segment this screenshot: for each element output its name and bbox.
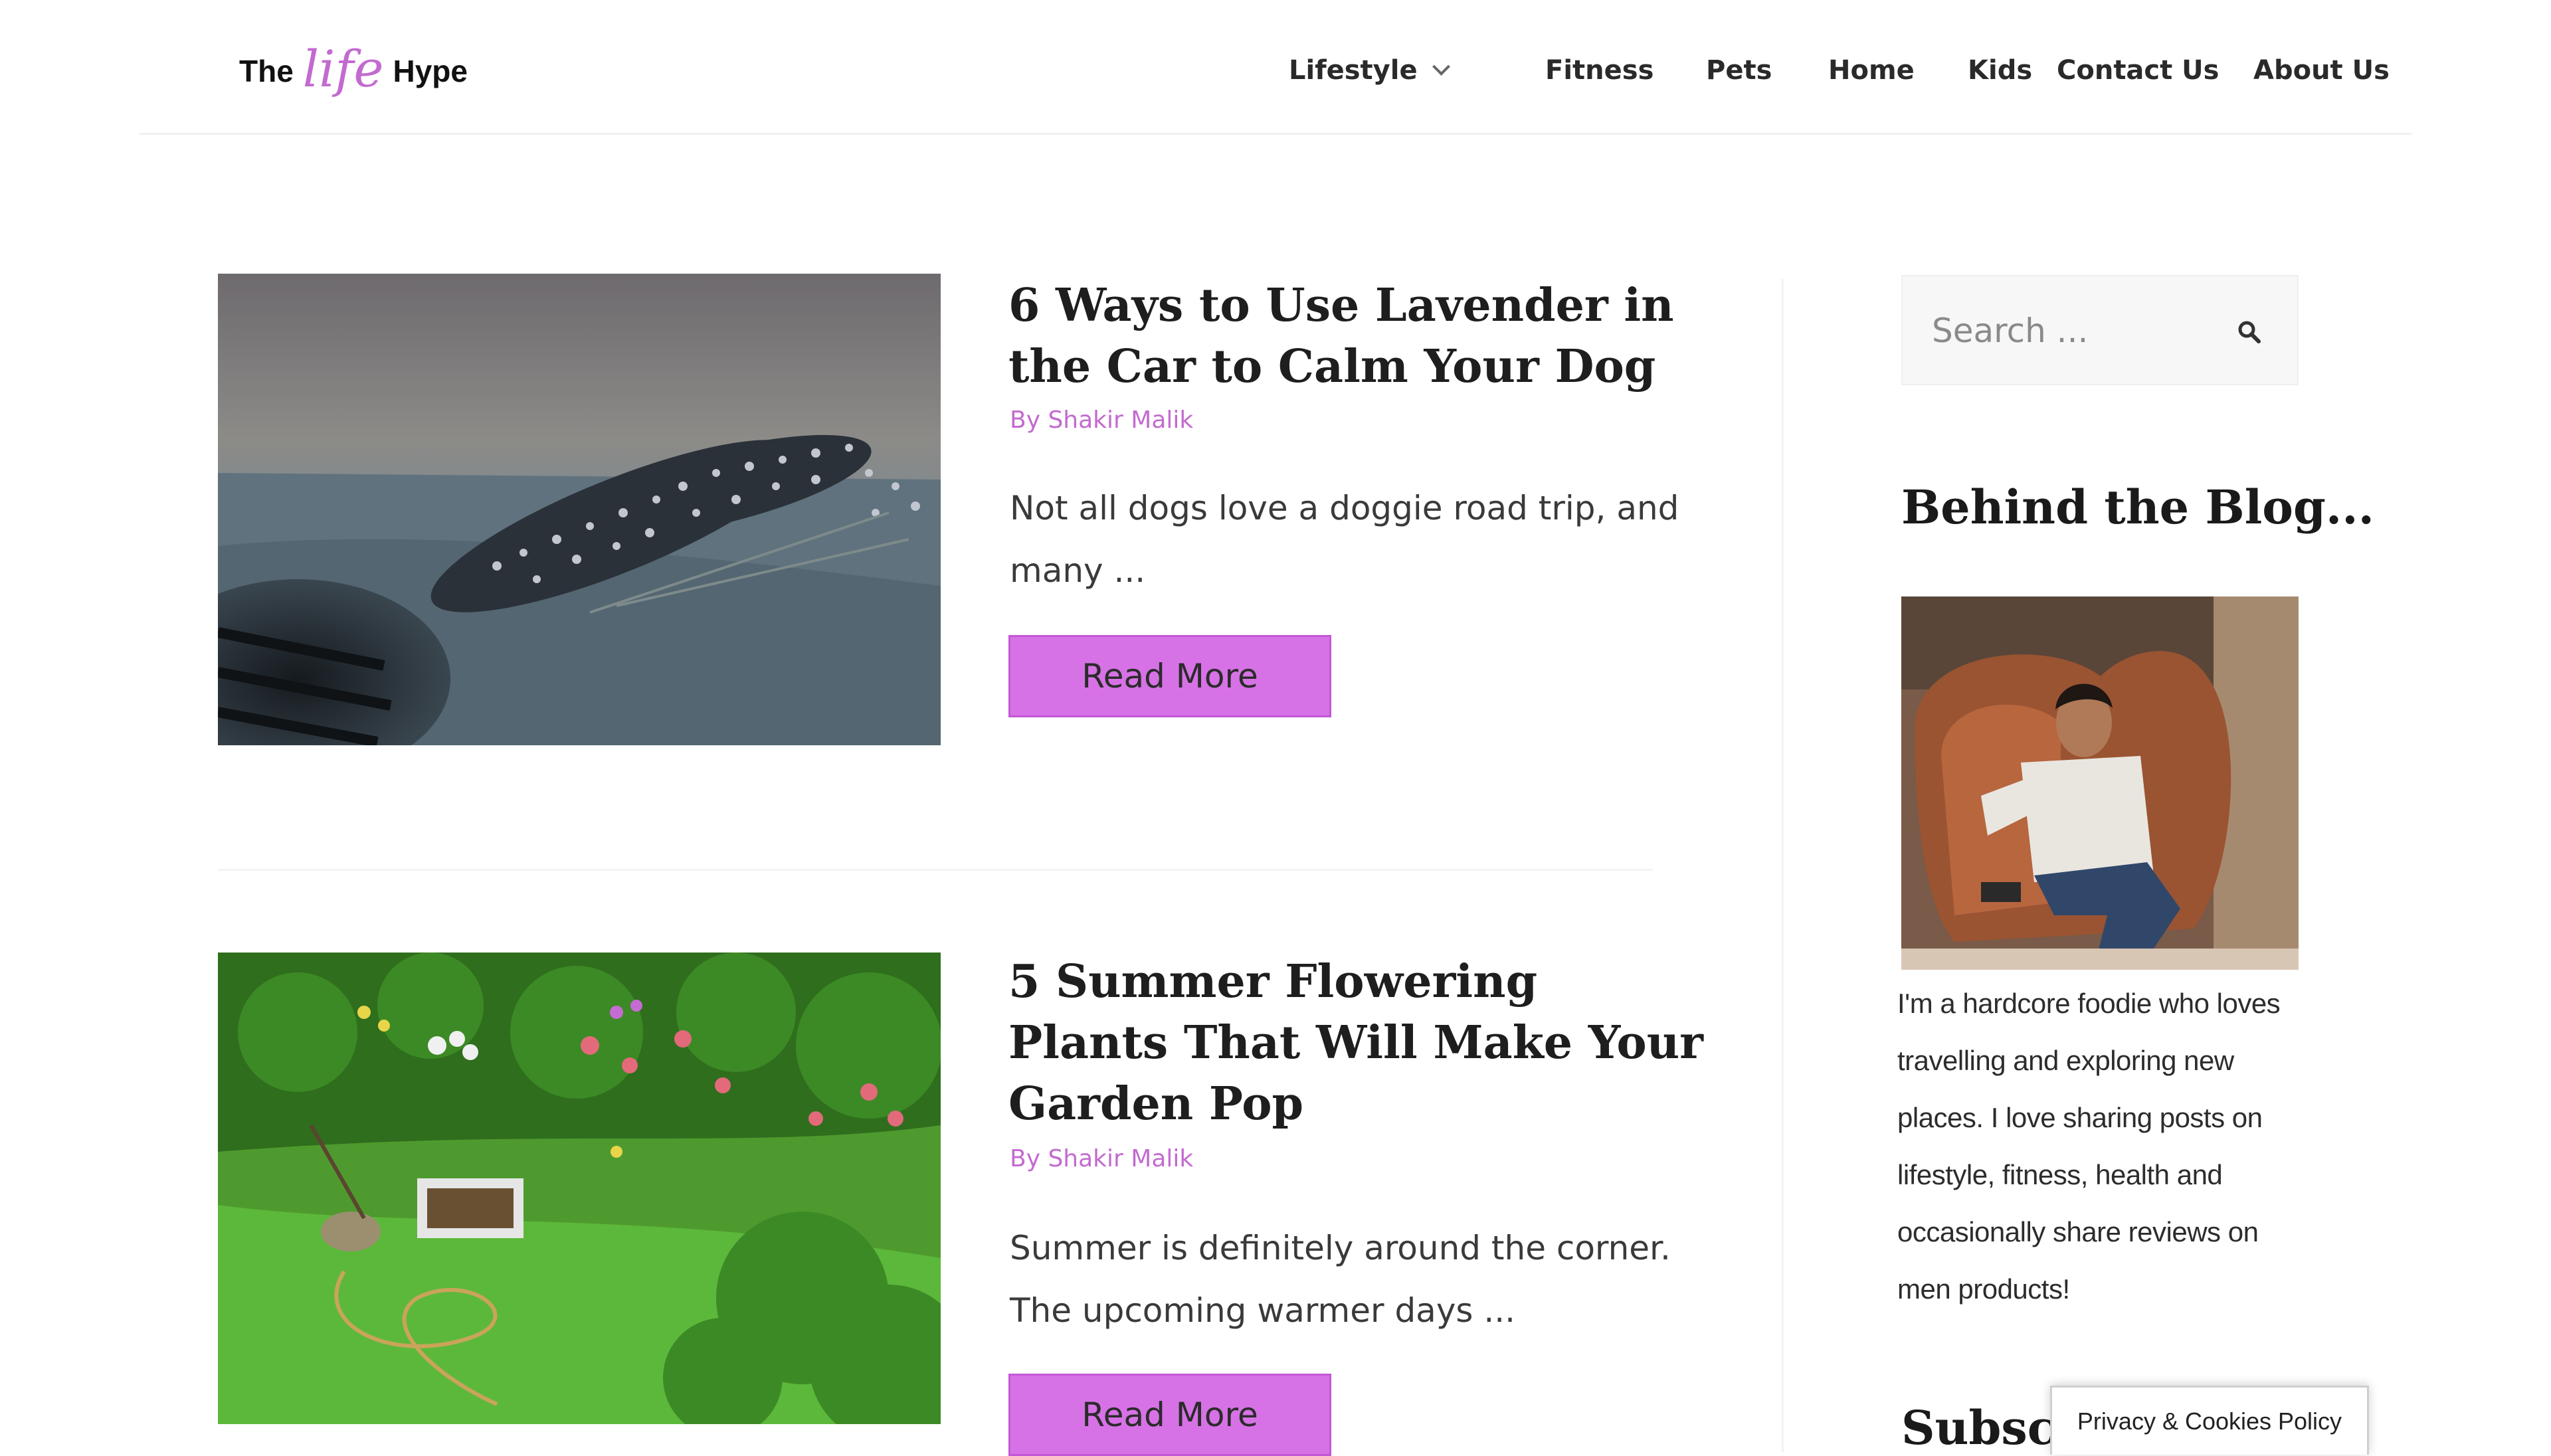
- nav-item-about-us[interactable]: About Us: [2253, 50, 2390, 90]
- nav-item-pets[interactable]: Pets: [1706, 50, 1772, 90]
- nav-item-kids[interactable]: Kids: [1968, 50, 2032, 90]
- read-more-button[interactable]: Read More: [1008, 1374, 1331, 1456]
- behind-blog-title: Behind the Blog...: [1901, 480, 2375, 535]
- post-author[interactable]: By Shakir Malik: [1010, 1145, 1193, 1172]
- post-title[interactable]: 6 Ways to Use Lavender in the Car to Cal…: [1008, 275, 1706, 397]
- nav-item-contact-us[interactable]: Contact Us: [2057, 50, 2219, 90]
- sidebar-divider: [1782, 279, 1784, 1452]
- post-title[interactable]: 5 Summer Flowering Plants That Will Make…: [1008, 951, 1706, 1135]
- main-nav: Lifestyle Fitness Pets Home Kids Contact…: [1289, 50, 2392, 90]
- nav-item-home[interactable]: Home: [1828, 50, 1915, 90]
- about-text: I'm a hardcore foodie who loves travelli…: [1897, 988, 2281, 1305]
- author-photo: [1901, 596, 2299, 970]
- post-thumbnail-garden[interactable]: [218, 953, 941, 1424]
- chevron-down-icon[interactable]: [1432, 57, 1450, 76]
- search-widget: [1901, 275, 2299, 385]
- logo-word-the: The: [239, 54, 294, 88]
- post-thumbnail-lavender[interactable]: [218, 274, 941, 745]
- search-icon: [2238, 321, 2261, 343]
- read-more-button[interactable]: Read More: [1008, 635, 1331, 717]
- header-divider: [140, 133, 2411, 135]
- post-excerpt: Summer is definitely around the corner. …: [1010, 1229, 1671, 1330]
- site-logo[interactable]: The life Hype: [239, 39, 468, 101]
- privacy-policy-button[interactable]: Privacy & Cookies Policy: [2050, 1386, 2369, 1455]
- post-divider: [218, 869, 1653, 871]
- logo-script-life: life: [302, 39, 384, 98]
- post-excerpt: Not all dogs love a doggie road trip, an…: [1010, 489, 1679, 590]
- logo-word-hype: Hype: [393, 54, 468, 88]
- post-author[interactable]: By Shakir Malik: [1010, 407, 1193, 434]
- nav-item-label: Lifestyle: [1289, 55, 1418, 86]
- nav-item-lifestyle[interactable]: Lifestyle: [1289, 50, 1450, 90]
- search-button[interactable]: [2228, 311, 2271, 353]
- search-input[interactable]: [1932, 311, 2211, 351]
- nav-item-fitness[interactable]: Fitness: [1545, 50, 1653, 90]
